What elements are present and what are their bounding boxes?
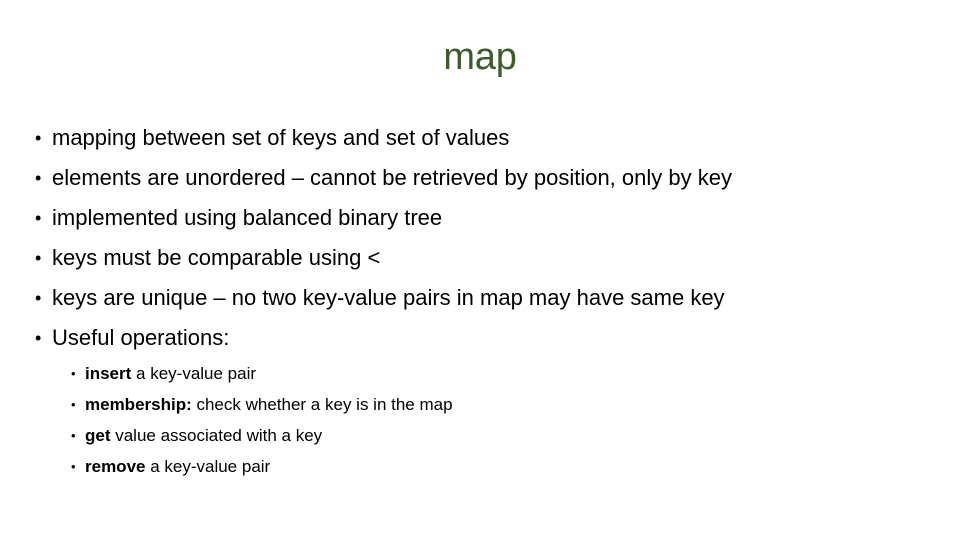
operation-name: insert bbox=[85, 364, 132, 383]
list-item-text: mapping between set of keys and set of v… bbox=[52, 125, 510, 150]
operation-description: a key-value pair bbox=[145, 457, 271, 476]
bullet-marker-icon: • bbox=[35, 168, 42, 188]
bullet-marker-icon: • bbox=[35, 248, 42, 268]
bullet-marker-icon: • bbox=[71, 428, 76, 443]
operation-name: remove bbox=[85, 457, 146, 476]
list-item: • Useful operations: bbox=[32, 318, 932, 358]
bullet-list-level1: • mapping between set of keys and set of… bbox=[32, 118, 932, 358]
list-item-text: keys must be comparable using < bbox=[52, 245, 381, 270]
bullet-list-level2: • insert a key-value pair • membership: … bbox=[32, 358, 932, 482]
bullet-marker-icon: • bbox=[35, 288, 42, 308]
list-item: • get value associated with a key bbox=[69, 420, 932, 451]
list-item: • keys must be comparable using < bbox=[32, 238, 932, 278]
operation-name: membership: bbox=[85, 395, 192, 414]
bullet-marker-icon: • bbox=[35, 128, 42, 148]
bullet-marker-icon: • bbox=[71, 397, 76, 412]
operation-description: value associated with a key bbox=[110, 426, 323, 445]
bullet-marker-icon: • bbox=[71, 366, 76, 381]
list-item: • mapping between set of keys and set of… bbox=[32, 118, 932, 158]
list-item: • elements are unordered – cannot be ret… bbox=[32, 158, 932, 198]
operation-name: get bbox=[85, 426, 111, 445]
list-item: • remove a key-value pair bbox=[69, 451, 932, 482]
bullet-marker-icon: • bbox=[35, 328, 42, 348]
list-item-text: implemented using balanced binary tree bbox=[52, 205, 443, 230]
list-item: • keys are unique – no two key-value pai… bbox=[32, 278, 932, 318]
operation-description: check whether a key is in the map bbox=[191, 395, 453, 414]
list-item: • insert a key-value pair bbox=[69, 358, 932, 389]
list-item-text: elements are unordered – cannot be retri… bbox=[52, 165, 732, 190]
operation-description: a key-value pair bbox=[131, 364, 257, 383]
list-item-text: keys are unique – no two key-value pairs… bbox=[52, 285, 725, 310]
page-title: map bbox=[443, 36, 517, 78]
slide: map • mapping between set of keys and se… bbox=[0, 0, 960, 540]
list-item: • membership: check whether a key is in … bbox=[69, 389, 932, 420]
list-item: • implemented using balanced binary tree bbox=[32, 198, 932, 238]
bullet-marker-icon: • bbox=[35, 208, 42, 228]
bullet-marker-icon: • bbox=[71, 459, 76, 474]
slide-body: • mapping between set of keys and set of… bbox=[32, 118, 932, 482]
list-item-text: Useful operations: bbox=[52, 325, 230, 350]
